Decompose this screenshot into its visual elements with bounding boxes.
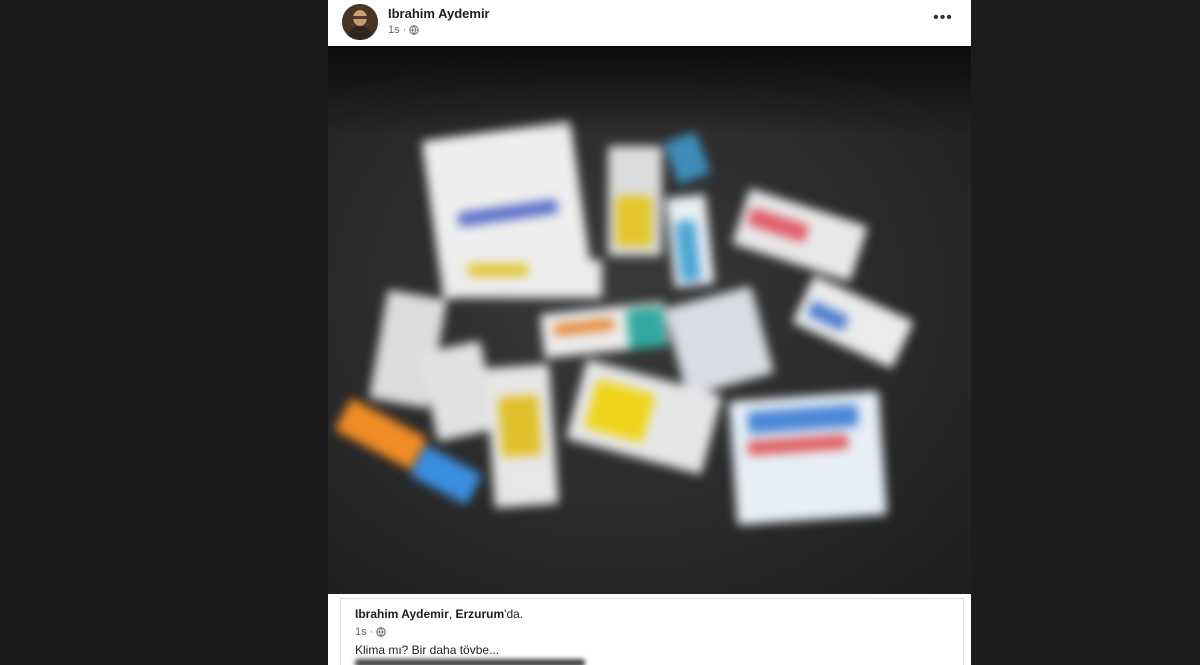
location-suffix: 'da. [504, 607, 524, 621]
shared-post-timestamp[interactable]: 1s [355, 626, 367, 638]
meta-separator: · [402, 24, 407, 36]
right-dark-margin [971, 0, 1200, 665]
shared-meta-separator: · [369, 626, 374, 638]
avatar[interactable] [342, 4, 378, 40]
shared-post-card[interactable]: Ibrahim Aydemir, Erzurum'da. 1s · Klima … [340, 598, 964, 665]
globe-icon [376, 627, 386, 637]
shared-post-meta: 1s · [355, 626, 386, 638]
more-options-button[interactable]: ••• [931, 8, 955, 28]
photo-vignette [328, 46, 971, 136]
post-header: Ibrahim Aydemir 1s · ••• [328, 0, 971, 46]
avatar-portrait-icon [342, 4, 378, 40]
post-author-name[interactable]: Ibrahim Aydemir [388, 6, 490, 21]
post-timestamp[interactable]: 1s [388, 24, 400, 36]
globe-icon [409, 25, 419, 35]
facebook-post-card: Ibrahim Aydemir 1s · ••• Ibrahim Aydemir… [328, 0, 971, 665]
shared-author-name[interactable]: Ibrahim Aydemir [355, 607, 449, 621]
shared-post-text: Klima mı? Bir daha tövbe... [355, 643, 500, 657]
shared-location[interactable]: Erzurum [455, 607, 504, 621]
post-photo[interactable] [328, 46, 971, 594]
shared-author-line: Ibrahim Aydemir, Erzurum'da. [355, 607, 523, 621]
left-dark-margin [0, 0, 328, 665]
post-meta: 1s · [388, 24, 419, 36]
shared-post-text-cut-off [355, 659, 585, 665]
